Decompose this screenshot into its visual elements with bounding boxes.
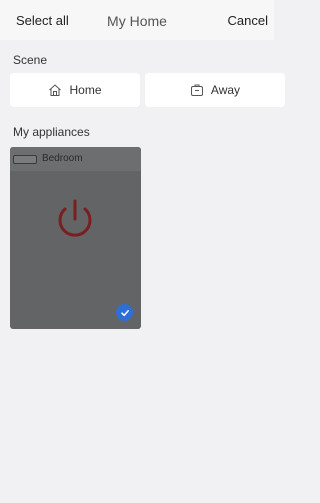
power-icon[interactable]: [53, 197, 97, 243]
scene-home-button[interactable]: Home: [10, 73, 140, 107]
appliance-card-header: Bedroom: [10, 147, 141, 171]
appliance-card-bedroom[interactable]: Bedroom: [10, 147, 141, 329]
appliance-name: Bedroom: [42, 153, 83, 164]
scene-section-label: Scene: [13, 53, 48, 67]
scene-home-label: Home: [69, 83, 102, 97]
air-conditioner-icon: [13, 155, 37, 164]
home-icon: [49, 84, 62, 96]
checkmark-icon: [120, 309, 129, 316]
suitcase-icon: [190, 84, 203, 96]
selected-check-badge[interactable]: [116, 304, 133, 321]
top-bar: Select all My Home Cancel: [0, 0, 274, 40]
scene-away-button[interactable]: Away: [145, 73, 285, 107]
appliances-section-label: My appliances: [13, 125, 90, 139]
scene-away-label: Away: [210, 83, 241, 97]
cancel-button[interactable]: Cancel: [228, 13, 268, 28]
